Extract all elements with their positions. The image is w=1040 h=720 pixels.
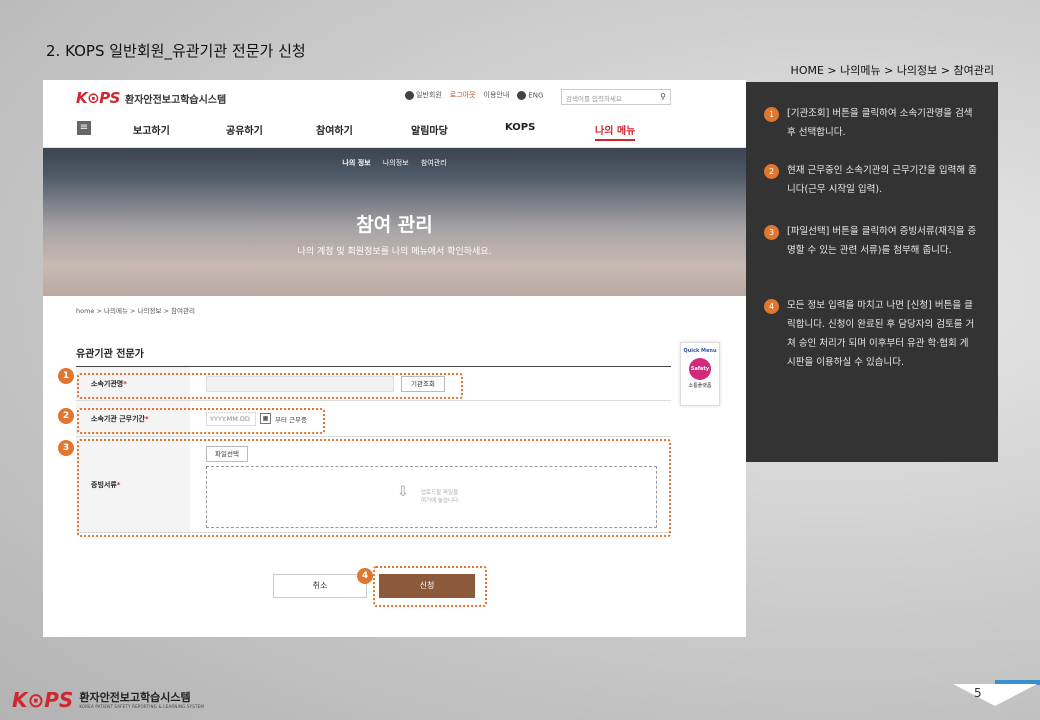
- tab-my-info[interactable]: 나의 정보: [342, 159, 370, 167]
- user-link[interactable]: 일반회원: [405, 90, 442, 100]
- highlight-box-2: [77, 408, 325, 434]
- nav-kops[interactable]: KOPS: [505, 122, 535, 133]
- step-1: 1 [기관조회] 버튼을 클릭하여 소속기관명을 검색 후 선택합니다.: [764, 104, 977, 142]
- logo-text: 환자안전보고학습시스템: [125, 94, 227, 106]
- page-number-tab: [953, 684, 1037, 706]
- kops-logo-mark: K⊙PS: [76, 89, 121, 107]
- step-1-text: [기관조회] 버튼을 클릭하여 소속기관명을 검색 후 선택합니다.: [787, 108, 973, 138]
- search-input[interactable]: 검색어를 입력하세요 ⚲: [561, 89, 671, 105]
- site-logo[interactable]: K⊙PS 환자안전보고학습시스템: [76, 89, 226, 107]
- hero-banner: 나의 정보 나의정보 참여관리 참여 관리 나의 계정 및 회원정보를 나의 메…: [43, 148, 746, 296]
- instruction-panel: 1 [기관조회] 버튼을 클릭하여 소속기관명을 검색 후 선택합니다. 2 현…: [746, 82, 998, 462]
- step-4: 4 모든 정보 입력을 마치고 나면 [신청] 버튼을 클릭합니다. 신청이 완…: [764, 296, 977, 372]
- globe-icon: [517, 90, 527, 100]
- search-icon[interactable]: ⚲: [660, 92, 666, 101]
- step-3: 3 [파일선택] 버튼을 클릭하여 증빙서류(재직을 증명할 수 있는 관련 서…: [764, 222, 977, 260]
- nav-my-menu[interactable]: 나의 메뉴: [595, 122, 636, 141]
- footer-logo-mark: K⊙PS: [12, 688, 74, 712]
- section-title: 유관기관 전문가: [76, 349, 144, 360]
- tab-my-info-sub[interactable]: 나의정보: [383, 159, 409, 167]
- quick-menu-title: Quick Menu: [683, 348, 717, 354]
- breadcrumb: home > 나의메뉴 > 나의정보 > 참여관리: [76, 307, 195, 315]
- footer-subtitle: KOREA PATIENT SAFETY REPORTING & LEARNIN…: [79, 703, 205, 709]
- hero-subtitle: 나의 계정 및 회원정보를 나의 메뉴에서 확인하세요.: [297, 247, 492, 257]
- footer-name: 환자안전보고학습시스템: [79, 690, 191, 704]
- hero-title: 참여 관리: [356, 214, 433, 236]
- step-4-number: 4: [764, 299, 779, 314]
- logout-link[interactable]: 로그아웃: [450, 90, 476, 100]
- nav-notice[interactable]: 알림마당: [411, 122, 448, 137]
- quick-menu[interactable]: Quick Menu Safety 소통플랫폼: [680, 342, 720, 406]
- marker-4: 4: [357, 568, 373, 584]
- cancel-button[interactable]: 취소: [273, 574, 367, 598]
- marker-2: 2: [58, 408, 74, 424]
- eng-link[interactable]: ENG: [517, 90, 543, 100]
- step-2-number: 2: [764, 164, 779, 179]
- tab-participation[interactable]: 참여관리: [421, 159, 447, 167]
- safety-badge-icon[interactable]: Safety: [689, 358, 711, 380]
- highlight-box-4: [373, 566, 487, 607]
- marker-3: 3: [58, 440, 74, 456]
- guide-link[interactable]: 이용안내: [484, 90, 510, 100]
- highlight-box-1: [77, 373, 463, 399]
- hero-sub-tabs: 나의 정보 나의정보 참여관리: [43, 158, 746, 168]
- step-1-number: 1: [764, 107, 779, 122]
- utility-links: 일반회원 로그아웃 이용안내 ENG: [405, 90, 543, 100]
- user-icon: [405, 90, 414, 100]
- main-nav: ≡ 보고하기 공유하기 참여하기 알림마당 KOPS 나의 메뉴: [43, 114, 746, 148]
- marker-1: 1: [58, 368, 74, 384]
- footer-logo: K⊙PS 환자안전보고학습시스템 KOREA PATIENT SAFETY RE…: [12, 688, 204, 712]
- highlight-box-3: [77, 439, 671, 537]
- slide-breadcrumb: HOME > 나의메뉴 > 나의정보 > 참여관리: [790, 64, 994, 77]
- nav-participate[interactable]: 참여하기: [316, 122, 353, 137]
- hamburger-menu-icon[interactable]: ≡: [77, 121, 91, 135]
- nav-share[interactable]: 공유하기: [226, 122, 263, 137]
- step-4-text: 모든 정보 입력을 마치고 나면 [신청] 버튼을 클릭합니다. 신청이 완료된…: [787, 300, 975, 368]
- step-2-text: 현재 근무중인 소속기관의 근무기간을 입력해 줍니다(근무 시작일 입력).: [787, 165, 977, 195]
- top-bar: K⊙PS 환자안전보고학습시스템 일반회원 로그아웃 이용안내 ENG 검색어를…: [43, 80, 746, 114]
- step-3-text: [파일선택] 버튼을 클릭하여 증빙서류(재직을 증명할 수 있는 관련 서류)…: [787, 226, 977, 256]
- step-2: 2 현재 근무중인 소속기관의 근무기간을 입력해 줍니다(근무 시작일 입력)…: [764, 161, 977, 199]
- screenshot-frame: K⊙PS 환자안전보고학습시스템 일반회원 로그아웃 이용안내 ENG 검색어를…: [43, 80, 746, 637]
- page-heading: 2. KOPS 일반회원_유관기관 전문가 신청: [46, 42, 306, 60]
- page-number: 5: [974, 686, 982, 700]
- nav-report[interactable]: 보고하기: [133, 122, 170, 137]
- step-3-number: 3: [764, 225, 779, 240]
- quick-menu-label: 소통플랫폼: [688, 383, 712, 389]
